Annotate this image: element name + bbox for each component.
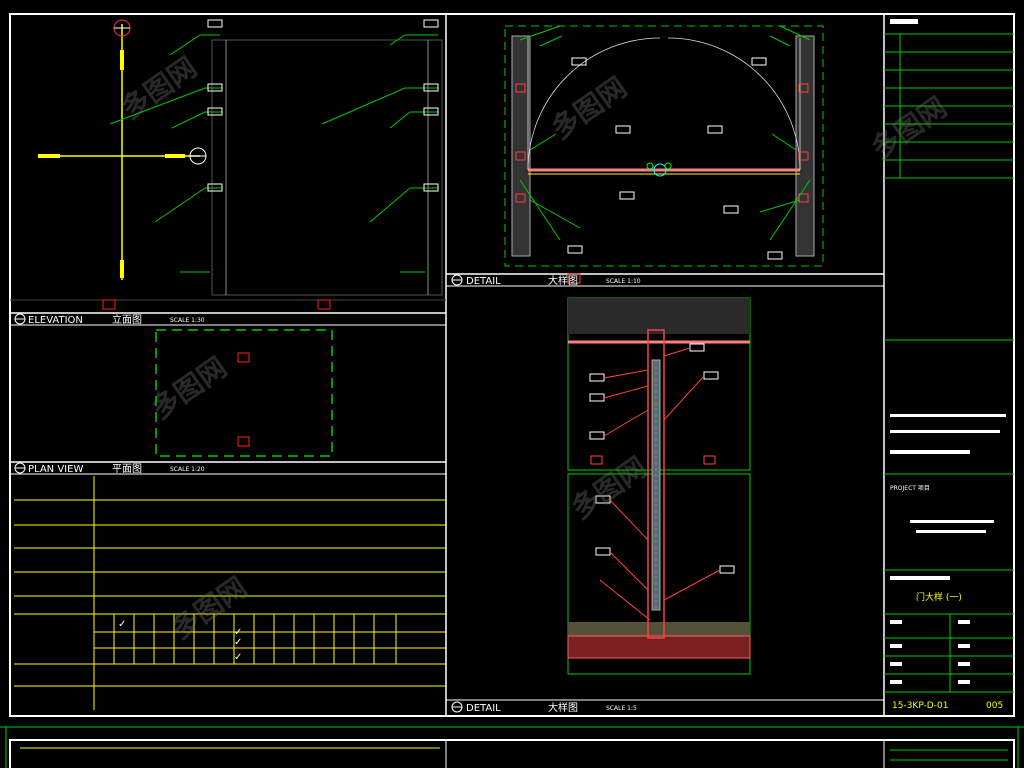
elevation-title: ELEVATION 立面图 SCALE 1:30 (14, 313, 205, 326)
detail-bottom-title-text: DETAIL (466, 703, 501, 714)
tb-project-label: PROJECT 项目 (890, 485, 930, 492)
table-check-4: ✓ (234, 652, 242, 663)
tb-bar-2 (890, 576, 950, 580)
svg-text:多图网: 多图网 (865, 91, 953, 166)
svg-text:多图网: 多图网 (545, 71, 633, 146)
tb-drawing-no: 15-3KP-D-01 (892, 701, 948, 711)
detail-top-title-text: DETAIL (466, 276, 501, 287)
table-check-1: ✓ (118, 619, 126, 630)
title-block-notes (890, 414, 1006, 684)
detail-bottom-scale: SCALE 1:5 (606, 705, 637, 712)
detail-bottom-title-cn: 大样图 (548, 701, 578, 714)
detail-top-title-cn: 大样图 (548, 274, 578, 287)
svg-text:多图网: 多图网 (565, 451, 653, 526)
svg-text:多图网: 多图网 (115, 51, 203, 126)
plan-title-cn: 平面图 (112, 463, 142, 475)
detail-bottom-title: DETAIL 大样图 SCALE 1:5 (451, 701, 637, 714)
plan-title: PLAN VIEW 平面图 SCALE 1:20 (14, 462, 205, 475)
next-sheet-border (9, 739, 1015, 768)
svg-text:多图网: 多图网 (145, 351, 233, 426)
elevation-drawing (10, 19, 446, 310)
tb-bar-1 (890, 450, 970, 454)
tb-drawing-title: 门大样 (一) (916, 591, 962, 603)
watermark-layer: 多图网 多图网 多图网 多图网 多图网 多图网 (115, 51, 953, 646)
plan-scale: SCALE 1:20 (170, 466, 205, 473)
tb-sheet-no: 005 (986, 701, 1003, 711)
detail-top-title: DETAIL 大样图 SCALE 1:10 (451, 274, 641, 287)
elevation-scale: SCALE 1:30 (170, 317, 205, 324)
table-check-3: ✓ (234, 637, 242, 648)
detail-top-scale: SCALE 1:10 (606, 278, 641, 285)
tb-logo-bar (890, 19, 918, 24)
elevation-title-text: ELEVATION (28, 315, 83, 326)
cad-drawing-sheet: ELEVATION 立面图 SCALE 1:30 PLAN VIEW 平面图 S… (0, 13, 1024, 768)
door-plan-detail (504, 25, 824, 284)
plan-title-text: PLAN VIEW (28, 464, 83, 475)
elevation-title-cn: 立面图 (112, 313, 142, 326)
